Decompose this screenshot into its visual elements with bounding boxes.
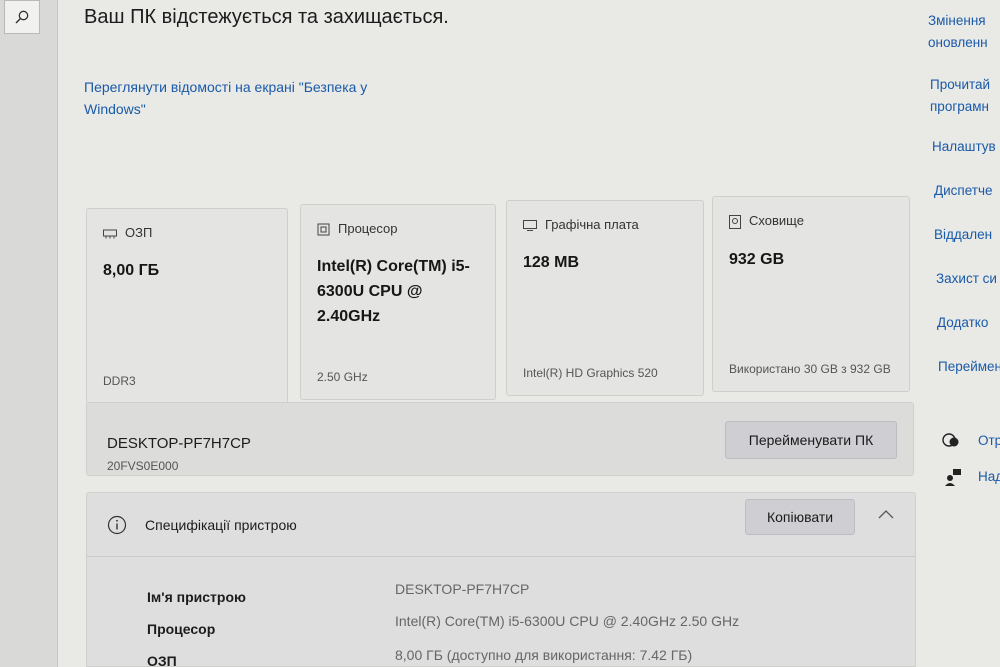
device-specifications-header[interactable]: Специфікації пристрою Копіювати bbox=[87, 493, 915, 557]
storage-icon bbox=[729, 213, 741, 229]
graphics-label: Графічна плата bbox=[545, 217, 639, 232]
processor-card: Процесор Intel(R) Core(TM) i5-6300U CPU … bbox=[300, 204, 496, 400]
graphics-card: Графічна плата 128 MB Intel(R) HD Graphi… bbox=[506, 200, 704, 396]
chevron-up-icon[interactable] bbox=[877, 505, 895, 523]
get-help-link[interactable]: Отр bbox=[942, 430, 1000, 452]
related-link-rename[interactable]: Переймен bbox=[938, 356, 1000, 378]
ram-value: 8,00 ГБ bbox=[103, 262, 160, 279]
device-specifications-title: Специфікації пристрою bbox=[145, 517, 297, 533]
related-link-read-statement[interactable]: Прочитай програмн bbox=[930, 74, 990, 118]
spec-value: Intel(R) Core(TM) i5-6300U CPU @ 2.40GHz… bbox=[395, 613, 740, 629]
processor-icon bbox=[317, 221, 330, 236]
related-settings-panel: Змінення оновленн Прочитай програмн Налаш… bbox=[920, 0, 1000, 667]
storage-value: 932 GB bbox=[729, 250, 785, 268]
device-name: DESKTOP-PF7H7CP bbox=[107, 435, 251, 452]
rename-pc-button[interactable]: Перейменувати ПК bbox=[725, 421, 897, 459]
storage-label: Сховище bbox=[749, 213, 804, 229]
give-feedback-link[interactable]: Над bbox=[944, 466, 1000, 488]
spec-key: Ім'я пристрою bbox=[147, 589, 246, 605]
display-adapter-icon bbox=[523, 217, 537, 232]
about-main-content: Ваш ПК відстежується та захищається. Пер… bbox=[58, 0, 920, 667]
related-link-update-changes[interactable]: Змінення оновленн bbox=[928, 10, 988, 54]
storage-card: Сховище 932 GB Використано 30 GB з 932 G… bbox=[712, 196, 910, 392]
memory-icon bbox=[103, 225, 117, 240]
ram-card: ОЗП 8,00 ГБ DDR3 bbox=[86, 208, 288, 404]
copy-specs-button[interactable]: Копіювати bbox=[745, 499, 855, 535]
get-help-icon bbox=[942, 432, 960, 450]
related-link-settings[interactable]: Налаштув bbox=[932, 136, 996, 158]
search-icon bbox=[14, 8, 30, 26]
related-link-remote-desktop[interactable]: Віддален bbox=[934, 224, 992, 246]
spec-key: ОЗП bbox=[147, 653, 177, 667]
spec-value: DESKTOP-PF7H7CP bbox=[395, 581, 530, 597]
spec-key: Процесор bbox=[147, 621, 216, 637]
search-button[interactable] bbox=[4, 0, 40, 34]
feedback-icon bbox=[944, 468, 962, 486]
storage-usage: Використано 30 GB з 932 GB bbox=[729, 362, 891, 376]
related-link-advanced-settings[interactable]: Додатко bbox=[937, 312, 988, 334]
graphics-value: 128 MB bbox=[523, 254, 580, 271]
processor-value: Intel(R) Core(TM) i5-6300U CPU @ 2.40GHz bbox=[317, 258, 470, 326]
ram-label: ОЗП bbox=[125, 225, 153, 240]
related-link-system-protection[interactable]: Захист си bbox=[936, 268, 997, 290]
security-status-heading: Ваш ПК відстежується та захищається. bbox=[84, 6, 449, 28]
ram-type: DDR3 bbox=[103, 374, 136, 388]
security-details-link[interactable]: Переглянути відомості на екрані "Безпека… bbox=[84, 76, 424, 120]
processor-speed: 2.50 GHz bbox=[317, 370, 368, 384]
related-link-device-manager[interactable]: Диспетче bbox=[934, 180, 993, 202]
device-specifications-section: Специфікації пристрою Копіювати Ім'я при… bbox=[86, 492, 916, 667]
graphics-adapter-name: Intel(R) HD Graphics 520 bbox=[523, 366, 658, 380]
device-model: 20FVS0E000 bbox=[107, 459, 179, 473]
left-navigation-strip bbox=[0, 0, 58, 667]
processor-label: Процесор bbox=[338, 221, 398, 237]
spec-value: 8,00 ГБ (доступно для використання: 7.42… bbox=[395, 647, 693, 663]
info-icon bbox=[107, 515, 127, 535]
device-name-bar: DESKTOP-PF7H7CP 20FVS0E000 Перейменувати… bbox=[86, 402, 914, 476]
